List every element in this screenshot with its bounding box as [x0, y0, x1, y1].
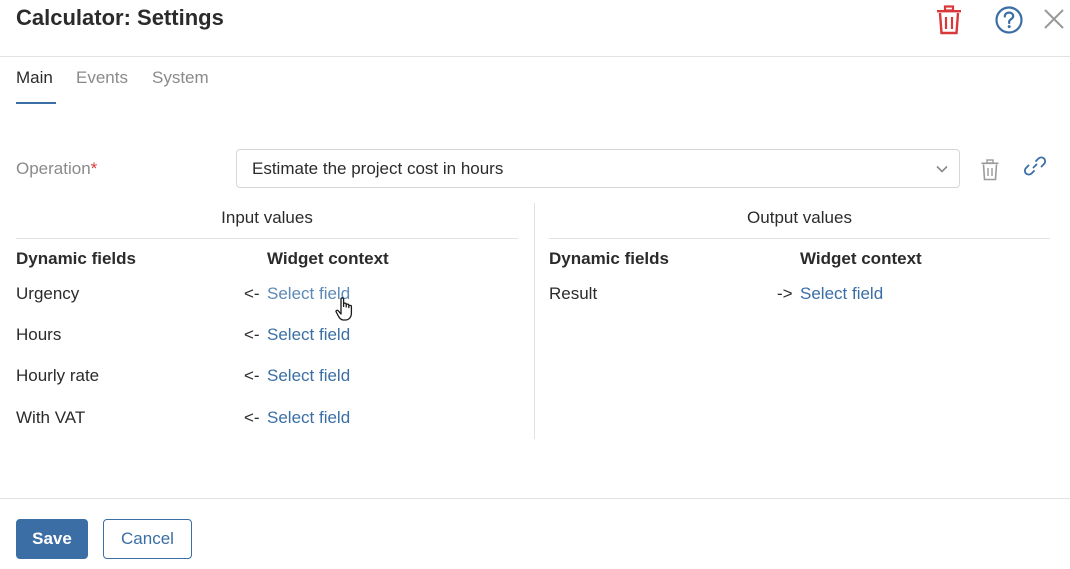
help-circle-icon[interactable] — [994, 5, 1024, 35]
tab-main[interactable]: Main — [16, 68, 53, 88]
dialog-title: Calculator: Settings — [16, 5, 224, 30]
close-icon[interactable] — [1042, 7, 1066, 31]
operation-trash-icon[interactable] — [980, 159, 1000, 181]
input-col-widget-context: Widget context — [267, 249, 389, 268]
tab-events[interactable]: Events — [76, 68, 128, 88]
output-col-dynamic-fields: Dynamic fields — [549, 249, 669, 268]
link-icon[interactable] — [1024, 155, 1046, 177]
arrow-left: <- — [244, 408, 260, 427]
field-name: Result — [549, 284, 598, 303]
field-name: Hours — [16, 325, 62, 344]
input-col-dynamic-fields: Dynamic fields — [16, 249, 136, 268]
tab-system[interactable]: System — [152, 68, 209, 88]
field-name: Urgency — [16, 284, 80, 303]
output-values-divider — [549, 238, 1050, 239]
operation-label: Operation* — [16, 159, 98, 178]
arrow-left: <- — [244, 366, 260, 385]
dialog-header: Calculator: Settings — [0, 0, 1070, 57]
select-field-link[interactable]: Select field — [267, 366, 350, 386]
delete-trash-icon[interactable] — [935, 5, 963, 35]
select-field-link[interactable]: Select field — [800, 284, 883, 304]
arrow-left: <- — [244, 284, 260, 303]
select-field-link[interactable]: Select field — [267, 325, 350, 345]
select-field-link[interactable]: Select field — [267, 408, 350, 428]
input-values-divider — [16, 238, 518, 239]
operation-select-value: Estimate the project cost in hours — [252, 159, 504, 178]
operation-select[interactable]: Estimate the project cost in hours — [236, 149, 960, 188]
section-divider — [534, 203, 535, 439]
arrow-left: <- — [244, 325, 260, 344]
field-name: Hourly rate — [16, 366, 100, 385]
hand-cursor-icon — [335, 297, 353, 321]
output-values-title: Output values — [747, 208, 852, 227]
chevron-down-icon — [936, 165, 948, 173]
active-tab-indicator — [16, 102, 56, 104]
input-values-title: Input values — [221, 208, 313, 227]
output-col-widget-context: Widget context — [800, 249, 922, 268]
save-button[interactable]: Save — [16, 519, 88, 559]
required-mark: * — [90, 159, 98, 178]
field-name: With VAT — [16, 408, 86, 427]
arrow-right: -> — [777, 284, 793, 303]
cancel-button[interactable]: Cancel — [103, 519, 192, 559]
footer-divider — [0, 498, 1070, 499]
